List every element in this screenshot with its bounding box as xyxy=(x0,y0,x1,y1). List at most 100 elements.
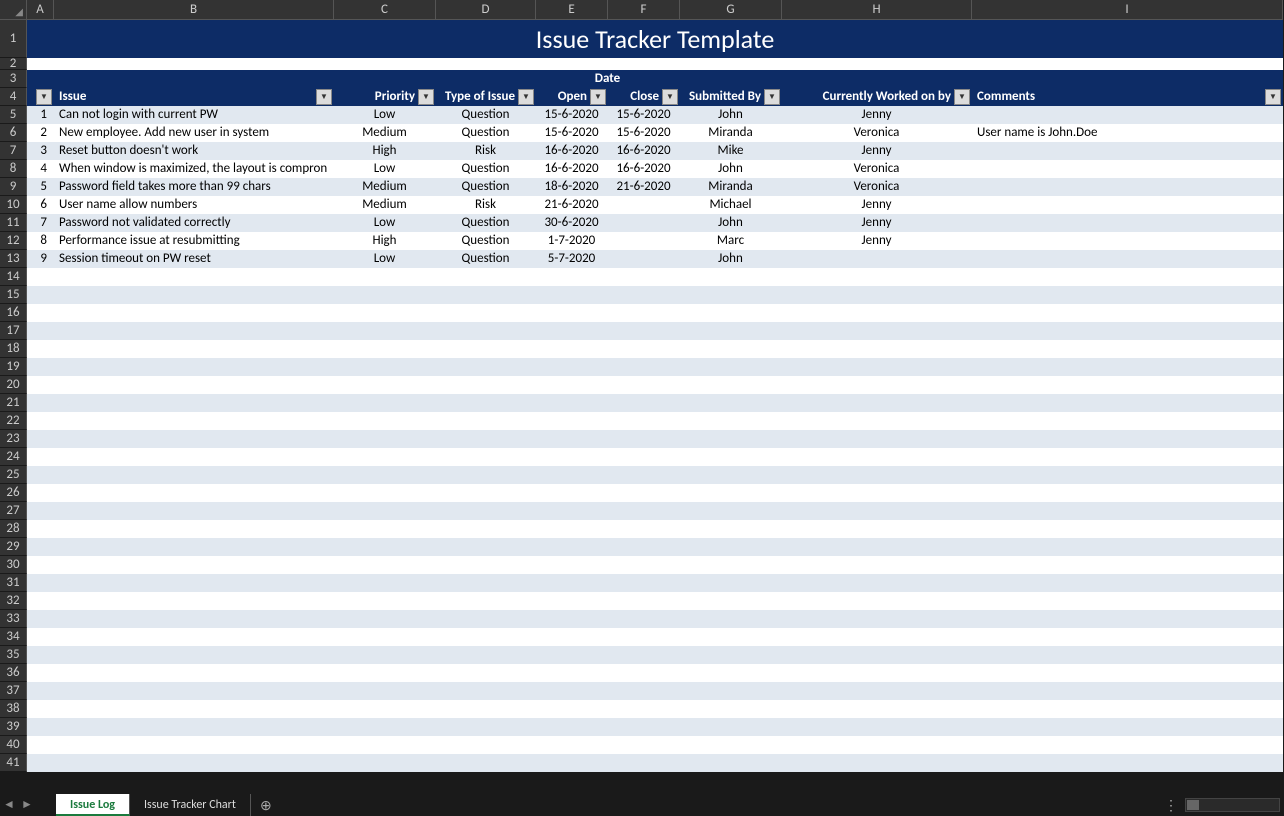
cell-priority[interactable]: Low xyxy=(334,160,436,178)
table-row[interactable]: 6User name allow numbersMediumRisk21-6-2… xyxy=(27,196,1283,214)
row-header-22[interactable]: 22 xyxy=(0,412,27,430)
header-priority[interactable]: Priority xyxy=(334,88,436,106)
row-header-1[interactable]: 1 xyxy=(0,20,27,58)
row-header-8[interactable]: 8 xyxy=(0,160,27,178)
col-header-C[interactable]: C xyxy=(334,0,436,20)
cell-close[interactable] xyxy=(608,232,680,250)
cell-priority[interactable]: Low xyxy=(334,106,436,124)
cell-issue[interactable]: New employee. Add new user in system xyxy=(54,124,334,142)
header-issue-filter-icon[interactable] xyxy=(316,89,332,105)
table-row[interactable]: 3Reset button doesn't workHighRisk16-6-2… xyxy=(27,142,1283,160)
cell-submitted[interactable]: John xyxy=(680,106,782,124)
empty-row[interactable] xyxy=(27,412,1283,430)
col-header-H[interactable]: H xyxy=(782,0,972,20)
cell-worked[interactable] xyxy=(782,250,972,268)
empty-row[interactable] xyxy=(27,538,1283,556)
col-header-B[interactable]: B xyxy=(54,0,334,20)
table-row[interactable]: 5Password field takes more than 99 chars… xyxy=(27,178,1283,196)
table-row[interactable]: 8Performance issue at resubmittingHighQu… xyxy=(27,232,1283,250)
header-id-filter-icon[interactable] xyxy=(36,89,52,105)
header-priority-filter-icon[interactable] xyxy=(418,89,434,105)
col-header-E[interactable]: E xyxy=(536,0,608,20)
empty-row[interactable] xyxy=(27,358,1283,376)
cell-submitted[interactable]: Miranda xyxy=(680,178,782,196)
header-comments[interactable]: Comments xyxy=(972,88,1283,106)
cell-type[interactable]: Question xyxy=(436,250,536,268)
cell-priority[interactable]: Medium xyxy=(334,124,436,142)
row-header-16[interactable]: 16 xyxy=(0,304,27,322)
cell-close[interactable] xyxy=(608,250,680,268)
cell-open[interactable]: 5-7-2020 xyxy=(536,250,608,268)
header-worked[interactable]: Currently Worked on by xyxy=(782,88,972,106)
empty-row[interactable] xyxy=(27,646,1283,664)
row-header-3[interactable]: 3 xyxy=(0,70,27,88)
select-all-triangle[interactable] xyxy=(0,0,27,20)
cell-open[interactable]: 30-6-2020 xyxy=(536,214,608,232)
cell-submitted[interactable]: Miranda xyxy=(680,124,782,142)
row-header-24[interactable]: 24 xyxy=(0,448,27,466)
table-row[interactable]: 2New employee. Add new user in systemMed… xyxy=(27,124,1283,142)
cell-comments[interactable] xyxy=(972,196,1283,214)
empty-row[interactable] xyxy=(27,628,1283,646)
row-header-36[interactable]: 36 xyxy=(0,664,27,682)
empty-row[interactable] xyxy=(27,448,1283,466)
row-header-4[interactable]: 4 xyxy=(0,88,27,106)
cell-issue[interactable]: Reset button doesn't work xyxy=(54,142,334,160)
row-header-13[interactable]: 13 xyxy=(0,250,27,268)
row-header-21[interactable]: 21 xyxy=(0,394,27,412)
row-header-38[interactable]: 38 xyxy=(0,700,27,718)
cell-comments[interactable] xyxy=(972,178,1283,196)
empty-row[interactable] xyxy=(27,466,1283,484)
empty-row[interactable] xyxy=(27,304,1283,322)
row-header-23[interactable]: 23 xyxy=(0,430,27,448)
cell-id[interactable]: 5 xyxy=(27,178,54,196)
cell-issue[interactable]: Password field takes more than 99 chars xyxy=(54,178,334,196)
empty-row[interactable] xyxy=(27,700,1283,718)
col-header-D[interactable]: D xyxy=(436,0,536,20)
horizontal-scrollbar[interactable] xyxy=(1185,798,1280,812)
cell-close[interactable]: 21-6-2020 xyxy=(608,178,680,196)
cell-id[interactable]: 2 xyxy=(27,124,54,142)
cell-issue[interactable]: When window is maximized, the layout is … xyxy=(54,160,334,178)
row-header-19[interactable]: 19 xyxy=(0,358,27,376)
cell-worked[interactable]: Veronica xyxy=(782,124,972,142)
cell-type[interactable]: Risk xyxy=(436,142,536,160)
col-header-I[interactable]: I xyxy=(972,0,1283,20)
cell-worked[interactable]: Jenny xyxy=(782,106,972,124)
row-header-15[interactable]: 15 xyxy=(0,286,27,304)
cell-close[interactable]: 16-6-2020 xyxy=(608,160,680,178)
tab-issue-log[interactable]: Issue Log xyxy=(56,794,130,816)
cell-type[interactable]: Question xyxy=(436,178,536,196)
cell-type[interactable]: Risk xyxy=(436,196,536,214)
cell-comments[interactable] xyxy=(972,142,1283,160)
empty-row[interactable] xyxy=(27,520,1283,538)
cell-worked[interactable]: Jenny xyxy=(782,142,972,160)
row-header-20[interactable]: 20 xyxy=(0,376,27,394)
tabs-menu-icon[interactable]: ⋮ xyxy=(1164,797,1179,814)
row-header-39[interactable]: 39 xyxy=(0,718,27,736)
cell-issue[interactable]: Can not login with current PW xyxy=(54,106,334,124)
row-header-25[interactable]: 25 xyxy=(0,466,27,484)
row-header-41[interactable]: 41 xyxy=(0,754,27,772)
cell-comments[interactable] xyxy=(972,232,1283,250)
cell-type[interactable]: Question xyxy=(436,214,536,232)
cell-submitted[interactable]: John xyxy=(680,250,782,268)
row-header-30[interactable]: 30 xyxy=(0,556,27,574)
cell-comments[interactable] xyxy=(972,250,1283,268)
cell-close[interactable] xyxy=(608,214,680,232)
row-header-12[interactable]: 12 xyxy=(0,232,27,250)
cell-submitted[interactable]: John xyxy=(680,214,782,232)
row-header-35[interactable]: 35 xyxy=(0,646,27,664)
cell-open[interactable]: 16-6-2020 xyxy=(536,160,608,178)
cell-type[interactable]: Question xyxy=(436,106,536,124)
row-header-5[interactable]: 5 xyxy=(0,106,27,124)
cell-submitted[interactable]: Marc xyxy=(680,232,782,250)
header-open[interactable]: Open xyxy=(536,88,608,106)
row-header-40[interactable]: 40 xyxy=(0,736,27,754)
empty-row[interactable] xyxy=(27,376,1283,394)
cell-id[interactable]: 9 xyxy=(27,250,54,268)
header-comments-filter-icon[interactable] xyxy=(1265,89,1281,105)
cell-type[interactable]: Question xyxy=(436,124,536,142)
row-header-7[interactable]: 7 xyxy=(0,142,27,160)
row-header-27[interactable]: 27 xyxy=(0,502,27,520)
